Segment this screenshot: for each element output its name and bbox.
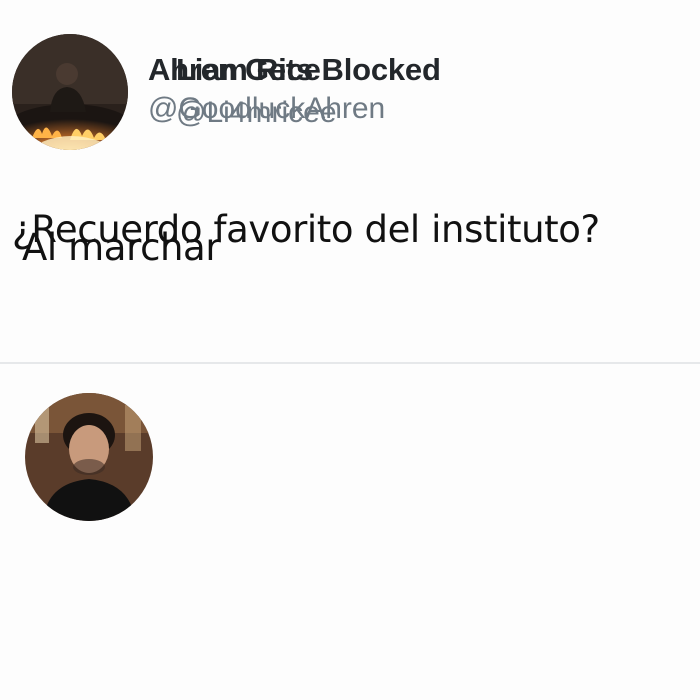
avatar[interactable] xyxy=(25,393,153,521)
tweet-screenshot: Ahren Gets Blocked @GoodluckAhren ¿Recue… xyxy=(0,0,700,700)
tweet-text: Al marchar xyxy=(22,226,221,269)
display-name[interactable]: Liam Rice xyxy=(176,52,321,88)
user-handle[interactable]: @Li4mricee xyxy=(176,96,337,130)
avatar-photo-icon xyxy=(25,393,153,521)
reply-tweet-card: Liam Rice @Li4mricee Al marchar xyxy=(0,0,700,700)
